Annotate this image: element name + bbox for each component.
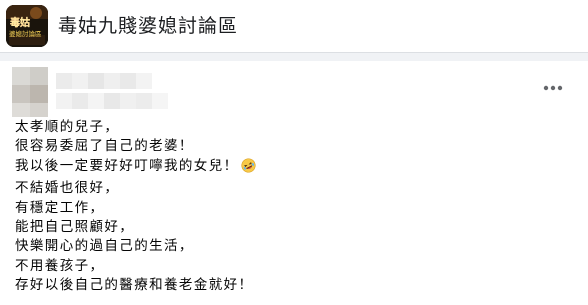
post-line: 有穩定工作， — [15, 199, 105, 216]
more-options-button[interactable] — [536, 75, 570, 101]
post-line: 不結婚也很好， — [15, 180, 120, 197]
post-line-text: 我以後一定要好好叮嚀我的女兒！ — [15, 157, 239, 174]
group-name[interactable]: 毒姑九賤婆媳討論區 — [58, 13, 238, 39]
feed-gap — [0, 53, 588, 61]
group-header: 毒姑 婆媳討論區 毒姑九賤婆媳討論區 — [0, 0, 588, 53]
post-line: 很容易委屈了自己的老婆！ — [15, 138, 194, 155]
post-card: 太孝順的兒子， 很容易委屈了自己的老婆！ 我以後一定要好好叮嚀我的女兒！ 不結婚… — [0, 61, 588, 305]
author-avatar-blurred[interactable] — [12, 67, 172, 117]
post-line: 不用養孩子， — [15, 257, 105, 274]
group-cover-graphic: 毒姑 婆媳討論區 — [6, 5, 48, 47]
post-text: 太孝順的兒子， 很容易委屈了自己的老婆！ 我以後一定要好好叮嚀我的女兒！ 不結婚… — [15, 118, 256, 296]
pixelated-author-mosaic — [12, 67, 168, 117]
group-cover-text-2: 婆媳討論區 — [9, 29, 42, 38]
rofl-emoji-icon — [240, 158, 256, 179]
post-line: 能把自己照顧好， — [15, 219, 135, 236]
post-line: 太孝順的兒子， — [15, 119, 120, 135]
post-line-with-emoji: 我以後一定要好好叮嚀我的女兒！ — [15, 157, 256, 179]
more-options-icon — [543, 85, 563, 91]
post-line: 快樂開心的過自己的生活， — [15, 238, 194, 255]
group-cover-text-1: 毒姑 — [10, 16, 30, 29]
group-cover-image[interactable]: 毒姑 婆媳討論區 — [6, 5, 48, 47]
post-line: 存好以後自己的醫療和養老金就好！ — [15, 277, 254, 294]
